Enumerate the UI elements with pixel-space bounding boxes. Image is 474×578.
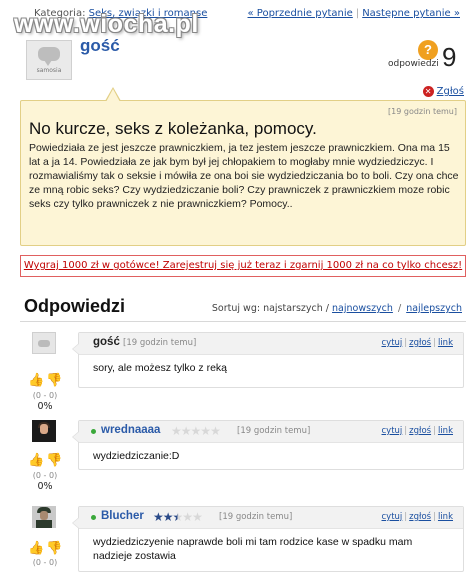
question-author[interactable]: gość	[80, 36, 120, 56]
next-question-link[interactable]: Następne pytanie »	[362, 8, 460, 19]
question-box: [19 godzin temu] No kurcze, seks z koleż…	[20, 87, 466, 246]
answer-author[interactable]: gość	[93, 336, 120, 348]
star-icon: ★	[180, 424, 192, 438]
rating-stars: ★★★★★	[153, 510, 203, 524]
answer-author[interactable]: Blucher	[101, 510, 144, 522]
permalink-link[interactable]: link	[438, 426, 453, 436]
answer-actions: cytuj | zgłoś | link	[381, 338, 454, 348]
answer-header: gość [19 godzin temu] cytuj | zgłoś | link	[79, 333, 463, 355]
vote-percent: 0%	[37, 481, 53, 492]
star-icon: ★	[153, 510, 164, 524]
star-icon: ★	[182, 510, 193, 524]
answer-time: [19 godzin temu]	[219, 512, 293, 522]
report-link[interactable]: zgłoś	[409, 512, 431, 522]
answers-count-label: odpowiedzi	[388, 59, 439, 69]
x-circle-icon: ✕	[422, 86, 434, 97]
question-nav: « Poprzednie pytanie | Następne pytanie »	[247, 8, 461, 19]
thumb-down-icon[interactable]: 👎	[46, 374, 62, 388]
vote-score: (0 - 0)	[32, 391, 58, 400]
question-time: [19 godzin temu]	[388, 107, 457, 116]
answer-body: wydziedziczanie:D	[93, 450, 180, 462]
thumb-up-icon[interactable]: 👍	[28, 542, 44, 556]
avatar-brand: samosia	[36, 66, 62, 74]
quote-link[interactable]: cytuj	[382, 512, 403, 522]
online-dot-icon	[91, 429, 96, 434]
sort-best-link[interactable]: najlepszych	[406, 303, 462, 314]
prev-question-link[interactable]: « Poprzednie pytanie	[248, 8, 353, 19]
quote-link[interactable]: cytuj	[382, 338, 403, 348]
star-icon: ★	[171, 424, 182, 438]
report-link[interactable]: zgłoś	[409, 426, 431, 436]
avatar-face	[40, 511, 48, 520]
answer-actions: cytuj | zgłoś | link	[381, 426, 454, 436]
star-icon: ★	[192, 510, 203, 524]
vote-buttons: 👍 👎	[28, 454, 62, 468]
answers-title: Odpowiedzi	[24, 296, 125, 316]
vote-percent: 0%	[37, 401, 53, 412]
promo-link[interactable]: Wygraj 1000 zł w gotówce! Zarejestruj si…	[24, 260, 462, 271]
avatar[interactable]	[32, 420, 56, 442]
sort-label: Sortuj wg: najstarszych /	[211, 303, 329, 314]
vote-buttons: 👍 👎	[28, 542, 62, 556]
question-mark-icon: ?	[418, 40, 438, 60]
avatar[interactable]	[32, 332, 56, 354]
online-dot-icon	[91, 515, 96, 520]
permalink-link[interactable]: link	[438, 338, 453, 348]
question-body: Powiedziała ze jest jeszcze prawniczkiem…	[29, 142, 459, 210]
report-question[interactable]: ✕ Zgłoś	[422, 86, 464, 97]
star-icon: ★	[200, 424, 211, 438]
thumb-up-icon[interactable]: 👍	[28, 374, 44, 388]
answer-time: [19 godzin temu]	[237, 426, 311, 436]
thumb-down-icon[interactable]: 👎	[46, 542, 62, 556]
answer-author[interactable]: wrednaaaa	[101, 424, 160, 436]
thumb-up-icon[interactable]: 👍	[28, 454, 44, 468]
speech-bubble-icon	[38, 46, 60, 66]
star-icon: ★	[172, 510, 184, 524]
sort-options: Sortuj wg: najstarszych / najnowszych / …	[212, 303, 462, 314]
speech-bubble-icon	[38, 339, 50, 347]
avatar-face	[40, 424, 48, 434]
avatar-body	[36, 520, 52, 528]
star-icon: ★	[190, 424, 202, 438]
answer-time: [19 godzin temu]	[123, 338, 197, 348]
permalink-link[interactable]: link	[438, 512, 453, 522]
watermark-logo: www.wiocha.pl	[14, 10, 199, 38]
sort-separator: /	[397, 303, 402, 314]
star-icon: ★	[210, 424, 221, 438]
answer-box: Blucher ★★★★★ [19 godzin temu] cytuj | zgł…	[72, 506, 464, 572]
report-link[interactable]: zgłoś	[409, 338, 431, 348]
vote-score: (0 - 0)	[32, 471, 58, 480]
answer-body: wydziedziczyenie naprawde boli mi tam ro…	[93, 536, 413, 562]
sort-newest-link[interactable]: najnowszych	[332, 303, 393, 314]
quote-link[interactable]: cytuj	[382, 426, 403, 436]
thumb-down-icon[interactable]: 👎	[46, 454, 62, 468]
question-title: No kurcze, seks z koleżanka, pomocy.	[29, 119, 317, 138]
rating-stars: ★★★★★	[171, 424, 221, 438]
vote-buttons: 👍 👎	[28, 374, 62, 388]
question-box-pointer-inner	[106, 89, 120, 102]
vote-score: (0 - 0)	[32, 558, 58, 567]
report-link[interactable]: Zgłoś	[437, 86, 464, 97]
promo-banner: Wygraj 1000 zł w gotówce! Zarejestruj si…	[20, 255, 466, 277]
answer-box: gość [19 godzin temu] cytuj | zgłoś | link s…	[72, 332, 464, 388]
answer-header: Blucher ★★★★★ [19 godzin temu] cytuj | zgł…	[79, 507, 463, 529]
avatar[interactable]: samosia	[26, 40, 72, 80]
answer-actions: cytuj | zgłoś | link	[381, 512, 454, 522]
answer-box: wrednaaaa ★★★★★ [19 godzin temu] cytuj | z…	[72, 420, 464, 470]
avatar[interactable]	[32, 506, 56, 528]
question-header: samosia gość ? 9 odpowiedzi	[0, 32, 474, 82]
answers-count: 9	[442, 42, 457, 72]
star-icon: ★	[162, 510, 174, 524]
divider	[20, 321, 466, 322]
answer-body: sory, ale możesz tylko z reką	[93, 362, 228, 374]
answer-header: wrednaaaa ★★★★★ [19 godzin temu] cytuj | z…	[79, 421, 463, 443]
